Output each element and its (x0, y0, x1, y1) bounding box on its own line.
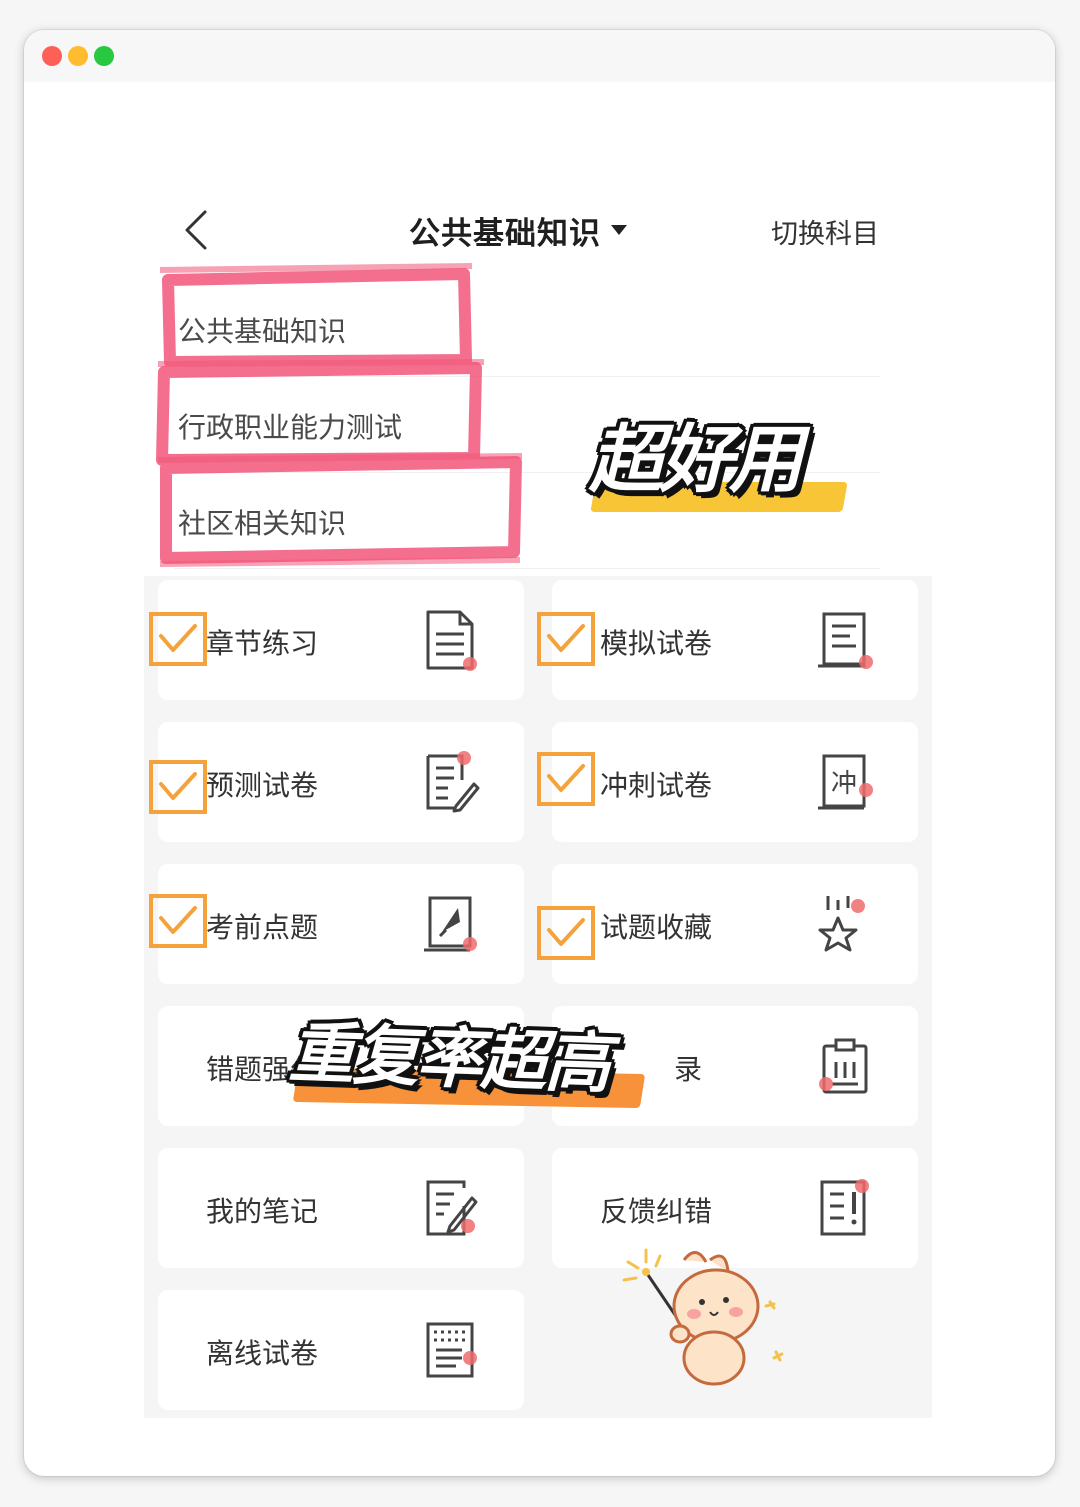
sticker-high-repeat-rate: 重复率超高 (288, 1005, 646, 1109)
check-icon (149, 894, 207, 948)
offline-paper-icon (426, 1322, 477, 1378)
back-button[interactable] (179, 208, 219, 252)
switch-subject-button[interactable]: 切换科目 (771, 212, 879, 251)
edit-list-icon (426, 751, 480, 813)
card-label: 模拟试卷 (600, 627, 713, 660)
card-label: 试题收藏 (600, 911, 713, 944)
card-sprint-exam[interactable]: 冲刺试卷 冲 (552, 722, 918, 842)
check-icon (537, 612, 595, 666)
card-my-notes[interactable]: 我的笔记 (158, 1148, 524, 1268)
app-window: 公共基础知识 切换科目 公共基础知识 行政职业能力测试 社区相关知识 超好用 章… (24, 30, 1055, 1476)
sticker-text: 重复率超高 (287, 1014, 611, 1103)
subject-dropdown[interactable]: 公共基础知识 (409, 208, 627, 252)
bunny-mascot-icon (622, 1248, 784, 1386)
sprint-paper-icon: 冲 (818, 754, 873, 810)
feedback-icon (820, 1179, 869, 1236)
note-pen-icon (426, 1180, 478, 1236)
check-icon (149, 612, 207, 666)
card-label: 章节练习 (206, 627, 319, 660)
chevron-left-icon (185, 210, 207, 250)
window-titlebar (24, 30, 1055, 82)
feature-grid: 章节练习 模拟试卷 预测试卷 冲刺试卷 冲 考前点题 试题收藏 错题强化 录 我… (144, 576, 932, 1418)
card-label: 反馈纠错 (600, 1195, 713, 1228)
close-window-button[interactable] (42, 46, 62, 66)
clipboard-icon (819, 1038, 868, 1094)
exam-paper-icon (818, 612, 873, 669)
svg-text:冲: 冲 (831, 769, 857, 799)
maximize-window-button[interactable] (94, 46, 114, 66)
check-icon (149, 760, 207, 814)
check-icon (537, 752, 595, 806)
card-label-suffix: 录 (674, 1053, 703, 1086)
card-label: 冲刺试卷 (600, 769, 713, 802)
card-label: 预测试卷 (206, 769, 319, 802)
card-label: 离线试卷 (206, 1337, 319, 1370)
card-offline-exam[interactable]: 离线试卷 (158, 1290, 524, 1410)
pink-highlight-marks (156, 263, 523, 567)
sticker-text: 超好用 (589, 417, 803, 503)
sticker-super-useful: 超好用 (589, 400, 848, 512)
card-label: 考前点题 (206, 911, 319, 944)
page-title: 公共基础知识 (409, 215, 601, 252)
card-favorites[interactable]: 试题收藏 (552, 864, 918, 984)
caret-down-icon (611, 225, 627, 235)
check-icon (537, 906, 595, 960)
card-pre-exam-tips[interactable]: 考前点题 (158, 864, 524, 984)
minimize-window-button[interactable] (68, 46, 88, 66)
rocket-icon (424, 896, 477, 952)
document-icon (426, 610, 477, 671)
star-icon (818, 896, 865, 952)
card-chapter-practice[interactable]: 章节练习 (158, 580, 524, 700)
card-label: 我的笔记 (206, 1195, 319, 1228)
card-mock-exam[interactable]: 模拟试卷 (552, 580, 918, 700)
card-forecast-exam[interactable]: 预测试卷 (158, 722, 524, 842)
